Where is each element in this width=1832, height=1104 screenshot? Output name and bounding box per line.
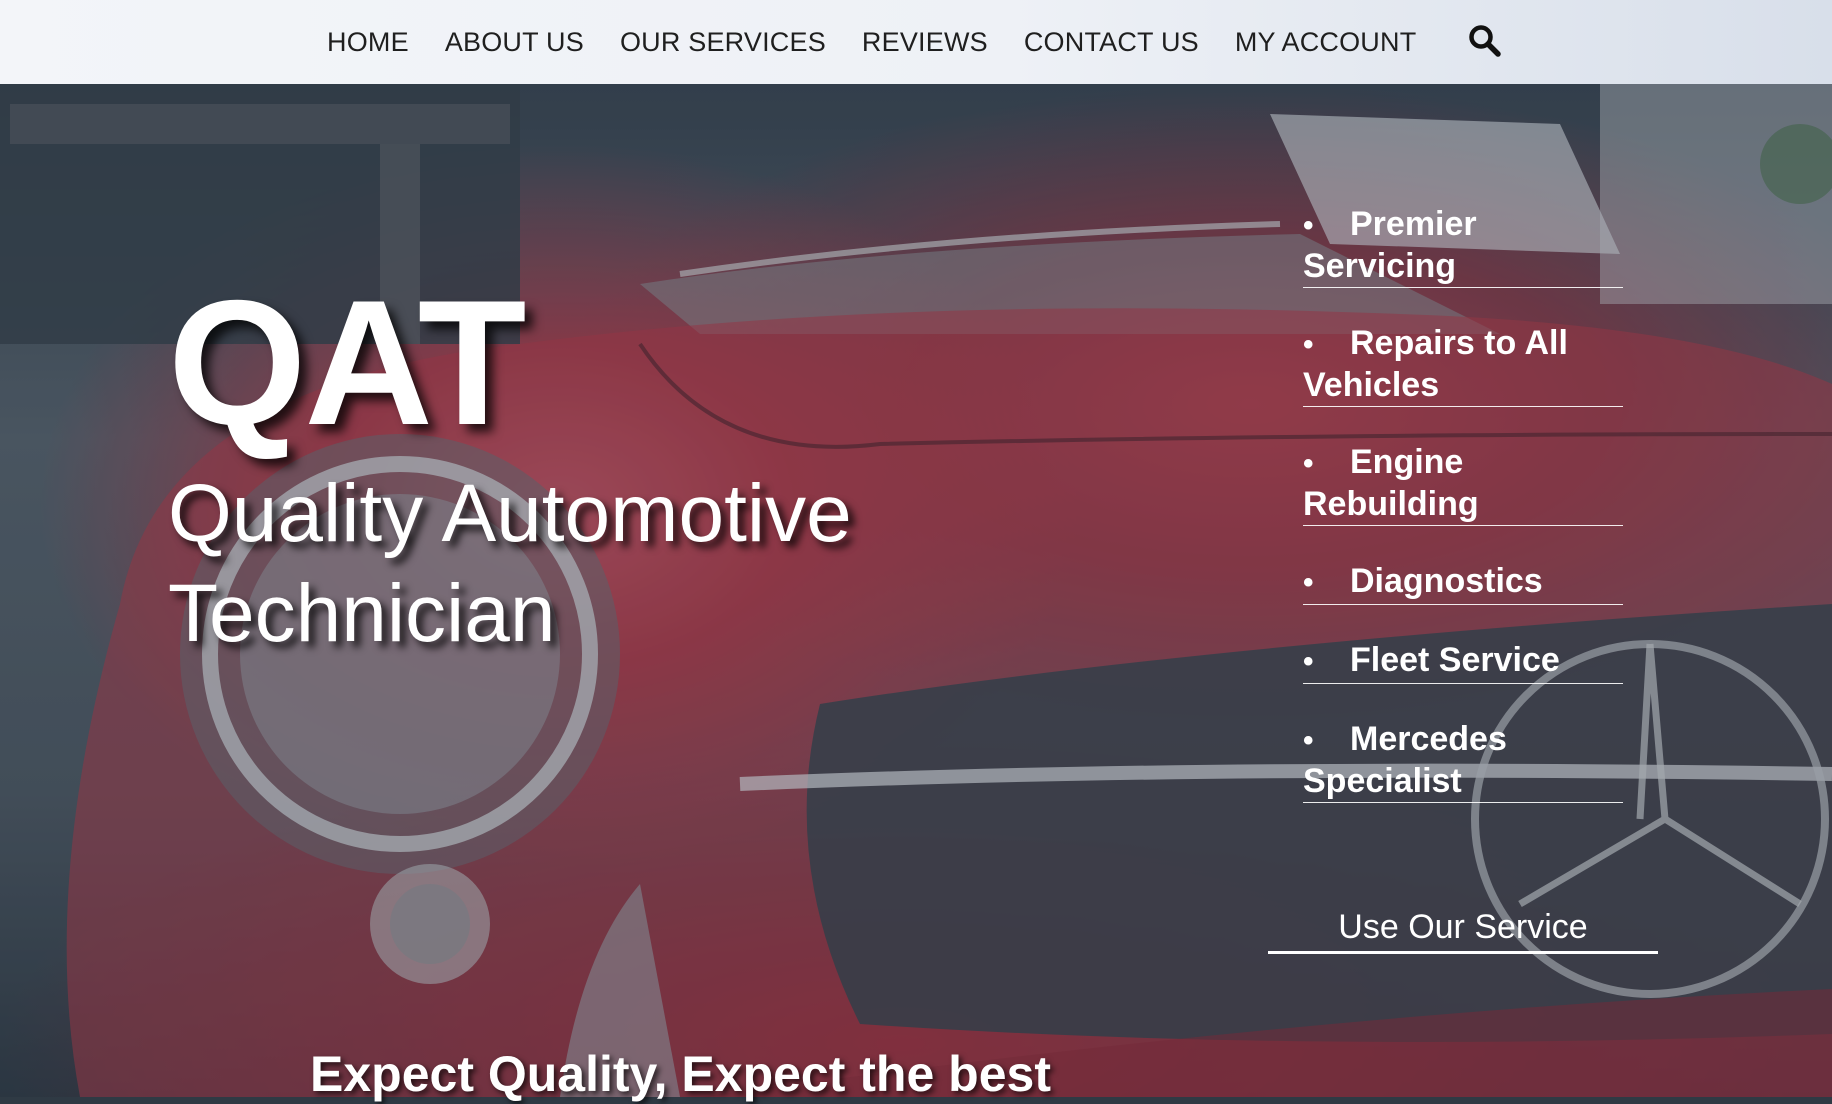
hero-subtitle-line-2: Technician [168,568,556,659]
tagline-heading: Expect Quality, Expect the best [310,1046,1051,1102]
search-icon[interactable] [1468,24,1502,58]
bullet-icon: • [1303,328,1314,361]
nav-item-reviews[interactable]: REVIEWS [862,27,988,58]
service-label: Diagnostics [1350,562,1543,600]
nav-item-home[interactable]: HOME [327,27,409,58]
service-item-mercedes-specialist[interactable]: • Mercedes Specialist [1303,719,1623,803]
nav-item-about-us[interactable]: ABOUT US [445,27,584,58]
hero-section: QAT Quality Automotive Technician • Premie… [0,84,1832,1097]
bullet-icon: • [1303,724,1314,757]
bullet-icon: • [1303,447,1314,480]
bullet-icon: • [1303,209,1314,242]
service-label: Fleet Service [1350,641,1560,679]
hero-subtitle: Quality Automotive Technician [168,464,968,664]
services-list: • Premier Servicing • Repairs to All Vehic… [1303,204,1623,838]
service-item-repairs[interactable]: • Repairs to All Vehicles [1303,323,1623,407]
service-item-diagnostics[interactable]: • Diagnostics [1303,561,1623,605]
hero-subtitle-line-1: Quality Automotive [168,468,852,559]
nav-menu: HOME ABOUT US OUR SERVICES REVIEWS CONTA… [327,0,1452,84]
nav-item-my-account[interactable]: MY ACCOUNT [1235,27,1417,58]
nav-item-our-services[interactable]: OUR SERVICES [620,27,826,58]
bullet-icon: • [1303,566,1314,599]
service-item-premier-servicing[interactable]: • Premier Servicing [1303,204,1623,288]
service-item-engine-rebuilding[interactable]: • Engine Rebuilding [1303,442,1623,526]
hero-title: QAT [168,263,527,462]
bullet-icon: • [1303,645,1314,678]
service-item-fleet-service[interactable]: • Fleet Service [1303,640,1623,684]
use-our-service-button[interactable]: Use Our Service [1268,907,1658,954]
nav-item-contact-us[interactable]: CONTACT US [1024,27,1199,58]
top-navigation-bar: HOME ABOUT US OUR SERVICES REVIEWS CONTA… [0,0,1832,84]
